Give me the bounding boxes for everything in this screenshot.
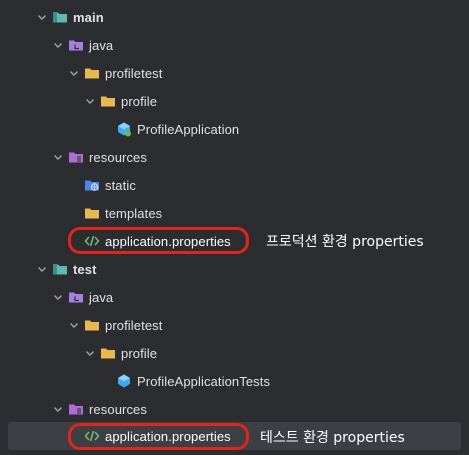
- resources-root-folder-icon: [68, 401, 84, 417]
- tree-node-label: profile: [121, 93, 158, 109]
- folder-icon: [84, 205, 100, 221]
- chevron-down-icon[interactable]: [52, 403, 64, 415]
- tree-node-main-profiletest[interactable]: profiletest: [0, 59, 469, 87]
- tree-node-main-profile[interactable]: profile: [0, 87, 469, 115]
- annotation-production: 프로덕션 환경 properties: [266, 234, 424, 250]
- tree-node-label: java: [89, 289, 114, 305]
- tree-node-test[interactable]: test: [0, 255, 469, 283]
- module-folder-icon: [52, 9, 68, 25]
- source-root-folder-icon: [68, 289, 84, 305]
- tree-node-profile-application-tests[interactable]: ProfileApplicationTests: [0, 367, 469, 395]
- spring-boot-class-icon: [116, 121, 132, 137]
- tree-node-label: resources: [89, 149, 147, 165]
- tree-node-label: java: [89, 37, 114, 53]
- tree-node-main-java[interactable]: java: [0, 31, 469, 59]
- annotation-test: 테스트 환경 properties: [260, 430, 405, 446]
- test-class-icon: [116, 373, 132, 389]
- chevron-down-icon[interactable]: [52, 291, 64, 303]
- folder-icon: [100, 93, 116, 109]
- tree-node-templates[interactable]: templates: [0, 199, 469, 227]
- chevron-down-icon[interactable]: [68, 67, 80, 79]
- project-tree: main java profiletest profile ProfileApp…: [0, 0, 469, 455]
- tree-node-test-resources[interactable]: resources: [0, 395, 469, 423]
- tree-node-label: profiletest: [105, 317, 163, 333]
- folder-icon: [84, 65, 100, 81]
- folder-icon: [100, 345, 116, 361]
- module-folder-icon: [52, 261, 68, 277]
- chevron-down-icon[interactable]: [52, 39, 64, 51]
- chevron-down-icon[interactable]: [36, 263, 48, 275]
- tree-node-profile-application[interactable]: ProfileApplication: [0, 115, 469, 143]
- web-folder-icon: [84, 177, 100, 193]
- tree-node-test-profile[interactable]: profile: [0, 339, 469, 367]
- tree-node-main[interactable]: main: [0, 3, 469, 31]
- tree-node-test-java[interactable]: java: [0, 283, 469, 311]
- source-root-folder-icon: [68, 37, 84, 53]
- tree-node-main-resources[interactable]: resources: [0, 143, 469, 171]
- tree-node-label: static: [105, 177, 136, 193]
- resources-root-folder-icon: [68, 149, 84, 165]
- folder-icon: [84, 317, 100, 333]
- highlight-oval-test: [68, 423, 249, 450]
- chevron-down-icon[interactable]: [84, 95, 96, 107]
- tree-node-label: profile: [121, 345, 158, 361]
- tree-node-label: main: [73, 9, 104, 25]
- highlight-oval-production: [68, 227, 249, 254]
- tree-node-static[interactable]: static: [0, 171, 469, 199]
- chevron-down-icon[interactable]: [84, 347, 96, 359]
- chevron-down-icon[interactable]: [68, 319, 80, 331]
- tree-node-label: resources: [89, 401, 147, 417]
- tree-node-label: templates: [105, 205, 163, 221]
- tree-node-label: ProfileApplication: [137, 121, 240, 137]
- tree-node-label: test: [73, 261, 97, 277]
- tree-node-test-profiletest[interactable]: profiletest: [0, 311, 469, 339]
- chevron-down-icon[interactable]: [36, 11, 48, 23]
- tree-node-label: profiletest: [105, 65, 163, 81]
- chevron-down-icon[interactable]: [52, 151, 64, 163]
- tree-node-label: ProfileApplicationTests: [137, 373, 271, 389]
